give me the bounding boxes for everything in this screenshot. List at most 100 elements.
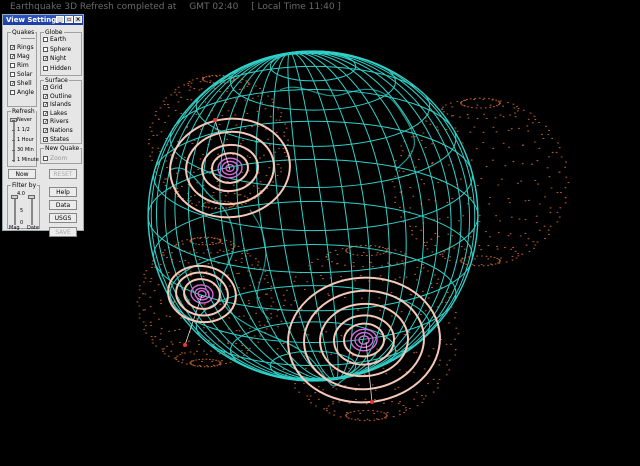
date-slider-thumb[interactable]: [28, 195, 35, 199]
restore-button[interactable]: ▫: [65, 16, 73, 23]
filter-tick-low: 0: [20, 220, 24, 226]
refresh-tick: [12, 130, 15, 131]
close-button[interactable]: ×: [74, 16, 82, 23]
date-label: Date: [27, 225, 39, 231]
surface-states-label: States: [50, 135, 70, 143]
refresh-tick: [12, 120, 15, 121]
status-local-time: [ Local Time 11:40 ]: [251, 2, 341, 12]
surface-islands-checkbox[interactable]: ✓: [43, 102, 48, 108]
globe-earth-label: Earth: [50, 36, 67, 43]
globe-hidden-label: Hidden: [50, 64, 72, 72]
surface-lakes-checkbox[interactable]: ✓: [43, 110, 48, 116]
quakes-rings-row[interactable]: ✓ Rings: [10, 44, 34, 51]
quakes-shell-checkbox[interactable]: ✓: [10, 81, 15, 87]
refresh-option-label: Never: [17, 117, 32, 123]
quake-ring: [185, 130, 275, 206]
surface-rivers-row[interactable]: ✓ Rivers: [43, 118, 69, 125]
longitude-line: [164, 50, 462, 382]
epicenter-marker: [370, 400, 374, 404]
globe-night-label: Night: [50, 55, 67, 62]
quakes-group-label: Quakes: [11, 29, 36, 36]
longitude-line: [219, 51, 407, 381]
status-bar: Earthquake 3D Refresh completed at GMT 0…: [10, 2, 351, 12]
refresh-option-label: 30 Min: [17, 147, 34, 153]
quakes-angle-checkbox[interactable]: [10, 90, 15, 95]
surface-rivers-checkbox[interactable]: ✓: [43, 119, 48, 125]
filter-value: 4.0: [17, 191, 25, 197]
filter-group-label: Filter by: [11, 182, 38, 189]
quakes-solar-row[interactable]: Solar: [10, 71, 32, 78]
quakes-rings-checkbox[interactable]: ✓: [10, 45, 15, 51]
surface-outline-row[interactable]: ✓ Outline: [43, 93, 72, 100]
quake-ring: [211, 152, 249, 184]
refresh-tick: [12, 140, 15, 141]
zoom-label: Zoom: [50, 155, 68, 162]
surface-states-row[interactable]: ✓ States: [43, 136, 69, 143]
surface-outline-checkbox[interactable]: ✓: [43, 93, 48, 99]
quakes-angle-label: Angle: [17, 89, 35, 96]
view-settings-window: View Settings _ ▫ × Quakes ✓ Rings ✓ Mag Rim…: [2, 14, 84, 237]
help-button[interactable]: Help: [49, 187, 77, 197]
globe-sphere-checkbox[interactable]: [43, 46, 48, 52]
globe-sphere-label: Sphere: [50, 45, 72, 53]
status-title: Earthquake 3D Refresh completed at: [10, 2, 177, 12]
latitude-line: [153, 120, 473, 232]
globe-view[interactable]: [0, 0, 640, 466]
surface-islands-row[interactable]: ✓ Islands: [43, 101, 71, 108]
mag-slider-thumb[interactable]: [11, 195, 18, 199]
surface-rivers-label: Rivers: [50, 118, 69, 126]
globe-hidden-checkbox[interactable]: [43, 65, 48, 71]
mag-label: Mag: [9, 225, 20, 231]
reset-button[interactable]: RESET: [49, 169, 77, 179]
quakes-rim-checkbox[interactable]: [10, 63, 15, 68]
globe-earth-row[interactable]: Earth: [43, 36, 66, 43]
surface-lakes-row[interactable]: ✓ Lakes: [43, 110, 67, 117]
quake-shell-lower-left-dots: [136, 236, 275, 368]
globe-group-label: Globe: [44, 29, 64, 36]
globe-sphere-row[interactable]: Sphere: [43, 46, 71, 53]
minimize-button[interactable]: _: [56, 16, 64, 23]
now-button[interactable]: Now: [8, 169, 36, 179]
mag-slider-track[interactable]: [14, 195, 16, 225]
quakes-mag-checkbox[interactable]: ✓: [10, 54, 15, 60]
surface-nations-row[interactable]: ✓ Nations: [43, 127, 73, 134]
globe-earth-checkbox[interactable]: [43, 37, 48, 42]
quake-ring: [333, 314, 395, 366]
data-button[interactable]: Data: [49, 200, 77, 210]
quakes-solar-label: Solar: [17, 71, 33, 78]
refresh-option-label: 1 1/2: [17, 127, 30, 133]
globe-night-checkbox[interactable]: ✓: [43, 56, 48, 62]
surface-states-checkbox[interactable]: ✓: [43, 136, 48, 142]
refresh-option-label: 1 Minute: [17, 157, 39, 163]
globe-night-row[interactable]: ✓ Night: [43, 55, 66, 62]
refresh-tick: [12, 150, 15, 151]
quakes-rim-row[interactable]: Rim: [10, 62, 29, 69]
save-button[interactable]: SAVE: [49, 227, 77, 237]
zoom-checkbox[interactable]: [43, 156, 48, 161]
quakes-rings-label: Rings: [17, 44, 34, 51]
globe-hidden-row[interactable]: Hidden: [43, 65, 71, 72]
window-titlebar[interactable]: View Settings _ ▫ ×: [3, 15, 83, 25]
refresh-option-label: 1 Hour: [17, 137, 34, 143]
surface-grid-row[interactable]: ✓ Grid: [43, 84, 63, 91]
quakes-mag-label: Mag: [17, 53, 30, 60]
zoom-checkbox-row[interactable]: Zoom: [43, 155, 67, 162]
status-gmt: GMT 02:40: [189, 2, 239, 12]
quake-ring: [190, 284, 214, 304]
usgs-button[interactable]: USGS: [49, 213, 77, 223]
surface-lakes-label: Lakes: [50, 109, 68, 117]
window-title: View Settings: [6, 16, 61, 24]
filter-tick-mid: 5: [20, 208, 24, 214]
quakes-mag-row[interactable]: ✓ Mag: [10, 53, 30, 60]
quakes-shell-row[interactable]: ✓ Shell: [10, 80, 32, 87]
quakes-solar-checkbox[interactable]: [10, 72, 15, 77]
surface-outline-label: Outline: [50, 92, 72, 100]
epicenter-marker: [183, 343, 187, 347]
surface-nations-label: Nations: [50, 127, 73, 134]
quakes-angle-row[interactable]: Angle: [10, 89, 34, 96]
surface-grid-checkbox[interactable]: ✓: [43, 85, 48, 91]
date-slider-track[interactable]: [31, 195, 33, 225]
surface-nations-checkbox[interactable]: ✓: [43, 128, 48, 134]
latitude-line: [147, 158, 479, 274]
quake-ring: [201, 143, 259, 193]
